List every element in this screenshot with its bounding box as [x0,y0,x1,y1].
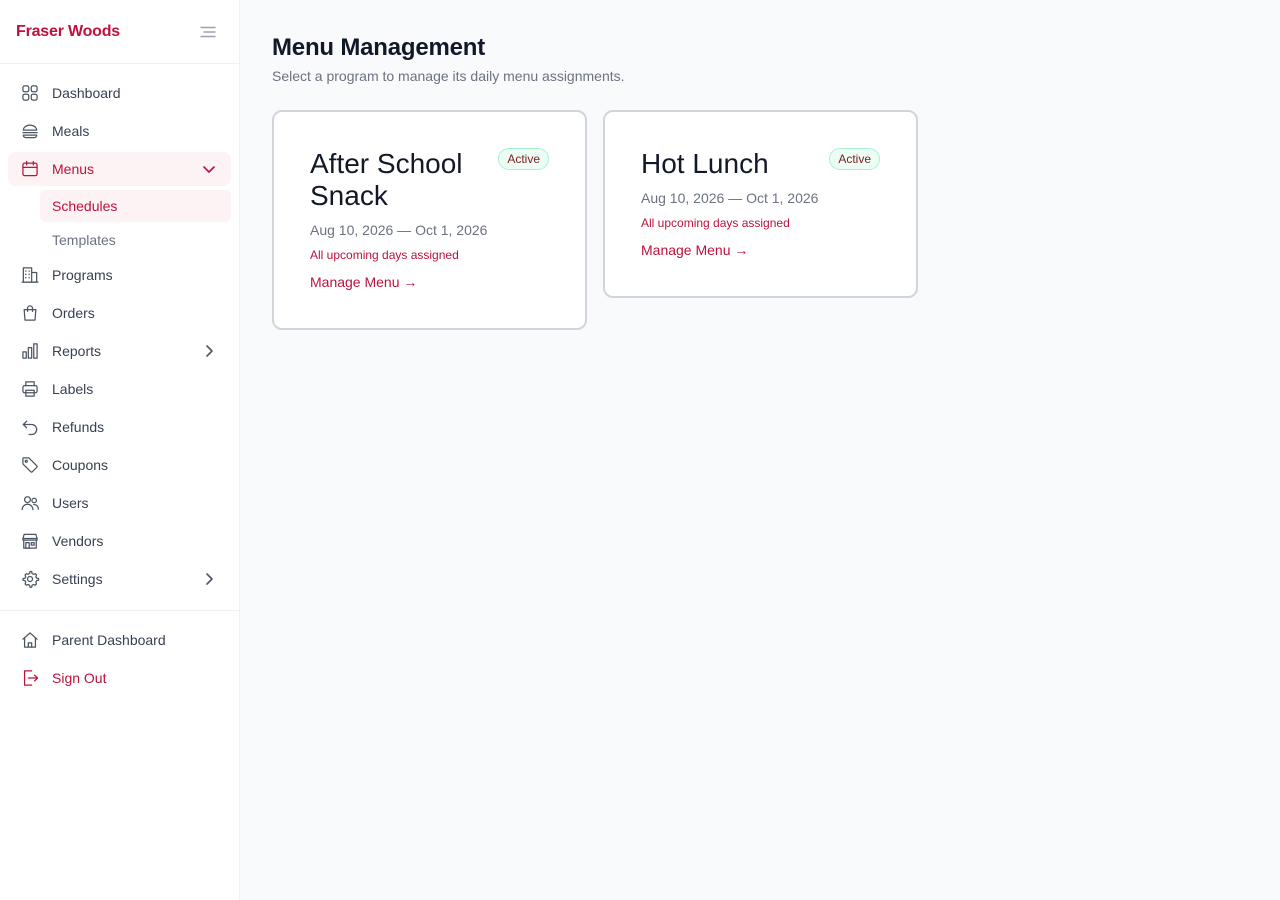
chevron-right-icon [201,343,217,359]
sidebar-item-label: Settings [52,571,103,587]
sidebar-bottom-nav: Parent Dashboard Sign Out [0,611,239,695]
bar-chart-icon [20,341,40,361]
building-icon [20,265,40,285]
sidebar-item-label: Vendors [52,533,104,549]
sidebar-item-label: Meals [52,123,90,139]
tag-icon [20,455,40,475]
sidebar-toggle-button[interactable] [199,23,217,41]
sidebar-item-label: Labels [52,381,94,397]
main-content: Menu Management Select a program to mana… [272,0,1280,330]
program-date-range: Aug 10, 2026 — Oct 1, 2026 [641,190,819,206]
sidebar-subitem-templates[interactable]: Templates [40,224,231,256]
page-title: Menu Management [272,34,486,61]
program-card-list: After School Snack Active Aug 10, 2026 —… [272,110,1280,330]
page-subtitle: Select a program to manage its daily men… [272,68,625,84]
sidebar-item-label: Dashboard [52,85,121,101]
brand-name: Fraser Woods [16,22,120,40]
sidebar-item-refunds[interactable]: Refunds [8,410,231,444]
program-card-after-school-snack[interactable]: After School Snack Active Aug 10, 2026 —… [272,110,587,330]
burger-icon [20,121,40,141]
printer-icon [20,379,40,399]
undo-arrow-icon [20,417,40,437]
sidebar: Fraser Woods Dashboard Meals Menus Sched… [0,0,240,900]
sidebar-item-label: Programs [52,267,113,283]
grid-icon [20,83,40,103]
sidebar-item-label: Reports [52,343,102,359]
sidebar-item-label: Menus [52,161,95,177]
sidebar-item-orders[interactable]: Orders [8,296,231,330]
sidebar-item-labels[interactable]: Labels [8,372,231,406]
sidebar-item-users[interactable]: Users [8,486,231,520]
sidebar-item-parent-dashboard[interactable]: Parent Dashboard [8,623,231,657]
storefront-icon [20,531,40,551]
status-badge: Active [498,148,549,170]
sidebar-item-label: Sign Out [52,670,107,686]
program-card-title: After School Snack [310,148,463,211]
menu-lines-icon [200,26,216,37]
home-icon [20,630,40,650]
gear-icon [20,569,40,589]
assignment-status: All upcoming days assigned [641,216,790,230]
assignment-status: All upcoming days assigned [310,248,459,262]
program-card-title: Hot Lunch [641,148,769,179]
status-badge: Active [829,148,880,170]
sidebar-item-label: Coupons [52,457,109,473]
sidebar-item-vendors[interactable]: Vendors [8,524,231,558]
sidebar-nav: Dashboard Meals Menus Schedules Template… [0,64,239,596]
sidebar-item-dashboard[interactable]: Dashboard [8,76,231,110]
sidebar-item-reports[interactable]: Reports [8,334,231,368]
brand-row: Fraser Woods [0,0,239,64]
sidebar-item-label: Orders [52,305,95,321]
sidebar-item-meals[interactable]: Meals [8,114,231,148]
sidebar-item-label: Users [52,495,89,511]
sidebar-item-label: Refunds [52,419,105,435]
program-date-range: Aug 10, 2026 — Oct 1, 2026 [310,222,488,238]
shopping-bag-icon [20,303,40,323]
sidebar-item-coupons[interactable]: Coupons [8,448,231,482]
sidebar-item-programs[interactable]: Programs [8,258,231,292]
chevron-down-icon [201,161,217,177]
sign-out-button[interactable]: Sign Out [8,661,231,695]
sidebar-item-menus[interactable]: Menus [8,152,231,186]
calendar-icon [20,159,40,179]
manage-menu-link[interactable]: Manage Menu → [641,242,748,258]
chevron-right-icon [201,571,217,587]
users-icon [20,493,40,513]
sidebar-item-settings[interactable]: Settings [8,562,231,596]
manage-menu-link[interactable]: Manage Menu → [310,274,417,290]
program-card-hot-lunch[interactable]: Hot Lunch Active Aug 10, 2026 — Oct 1, 2… [603,110,918,298]
sidebar-item-label: Parent Dashboard [52,632,166,648]
sidebar-subitem-schedules[interactable]: Schedules [40,190,231,222]
sign-out-icon [20,668,40,688]
